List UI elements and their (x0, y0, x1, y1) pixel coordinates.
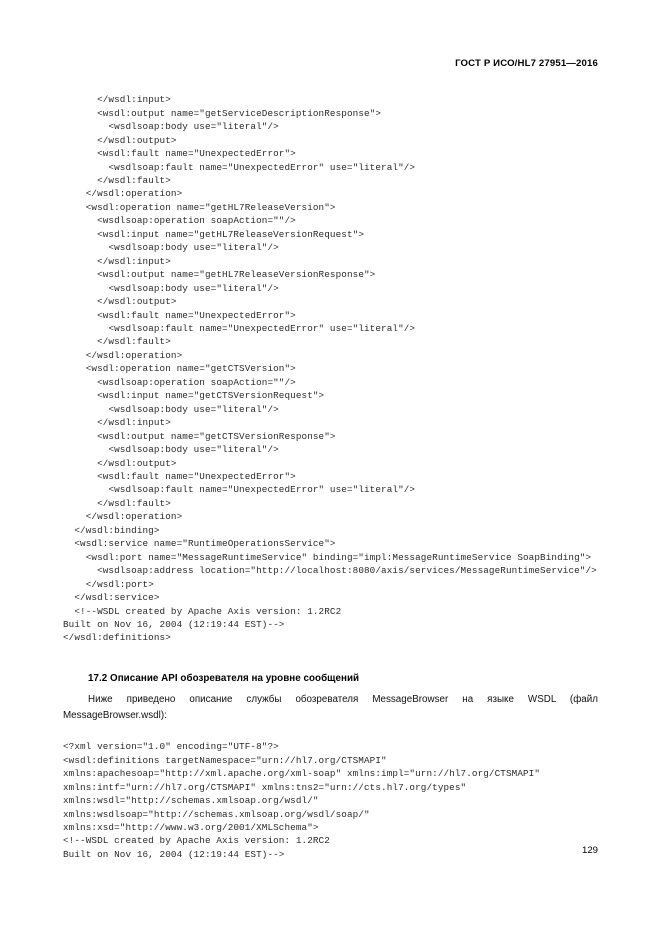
code-line: </wsdl:operation> (63, 349, 183, 361)
code-line: </wsdl:service> (63, 592, 160, 604)
code-line: <wsdl:output name="getCTSVersionResponse… (63, 430, 336, 442)
code-line: <wsdlsoap:body use="literal"/> (63, 444, 279, 456)
code-line: <wsdlsoap:fault name="UnexpectedError" u… (63, 161, 416, 173)
code-line: <wsdlsoap:fault name="UnexpectedError" u… (63, 323, 416, 334)
code-line: <?xml version="1.0" encoding="UTF-8"?> (63, 741, 279, 753)
code-line: <wsdl:operation name="getCTSVersion"> (63, 363, 296, 375)
code-line: <wsdlsoap:body use="literal"/> (63, 282, 279, 294)
code-line: <wsdlsoap:fault name="UnexpectedError" u… (63, 484, 416, 496)
code-line: Built on Nov 16, 2004 (12:19:44 EST)--> (63, 618, 285, 630)
code-line: </wsdl:input> (63, 417, 171, 429)
code-line: <wsdlsoap:operation soapAction=""/> (63, 376, 296, 388)
code-line: <wsdlsoap:operation soapAction=""/> (63, 215, 296, 227)
code-line: </wsdl:operation> (63, 511, 183, 523)
code-line: <wsdl:output name="getHL7ReleaseVersionR… (63, 269, 376, 281)
section-heading: 17.2 Описание API обозревателя на уровне… (88, 673, 360, 684)
code-line: </wsdl:output> (63, 457, 177, 469)
code-block-wsdl-binding: </wsdl:input> <wsdl:output name="getServ… (63, 93, 608, 645)
code-line: xmlns:wsdl="http://schemas.xmlsoap.org/w… (63, 795, 376, 834)
code-line: <!--WSDL created by Apache Axis version:… (63, 605, 342, 617)
code-line: <wsdl:definitions targetNamespace="urn:/… (63, 754, 387, 766)
code-line: </wsdl:fault> (63, 497, 171, 509)
code-line: <wsdl:fault name="UnexpectedError"> (63, 309, 296, 321)
code-line: <wsdl:operation name="getHL7ReleaseVersi… (63, 201, 336, 213)
code-line: </wsdl:output> (63, 296, 177, 308)
code-line: <wsdl:service name="RuntimeOperationsSer… (63, 538, 336, 550)
code-line: <wsdl:input name="getHL7ReleaseVersionRe… (63, 228, 364, 240)
code-line: <wsdlsoap:address location="http://local… (63, 565, 597, 577)
code-line: <wsdl:input name="getCTSVersionRequest"> (63, 390, 325, 402)
code-line: </wsdl:port> (63, 578, 154, 590)
code-line: <wsdlsoap:body use="literal"/> (63, 403, 279, 415)
code-line: <wsdl:output name="getServiceDescription… (63, 107, 382, 119)
code-line: <!--WSDL created by Apache Axis version:… (63, 835, 330, 847)
code-line: </wsdl:operation> (63, 188, 183, 200)
code-line: </wsdl:binding> (63, 524, 160, 536)
code-block-messagebrowser-wsdl: <?xml version="1.0" encoding="UTF-8"?> <w… (63, 740, 608, 861)
code-line: Built on Nov 16, 2004 (12:19:44 EST)--> (63, 848, 285, 860)
code-line: <wsdl:fault name="UnexpectedError"> (63, 148, 296, 160)
running-header: ГОСТ Р ИСО/HL7 27951—2016 (455, 58, 598, 69)
code-line: </wsdl:output> (63, 134, 177, 146)
code-line: <wsdlsoap:body use="literal"/> (63, 121, 279, 133)
section-paragraph: Ниже приведено описание службы обозреват… (63, 694, 598, 721)
code-line: <wsdlsoap:body use="literal"/> (63, 242, 279, 254)
code-line: </wsdl:definitions> (63, 632, 171, 644)
code-line: </wsdl:input> (63, 94, 171, 106)
code-line: </wsdl:input> (63, 255, 171, 267)
code-line: <wsdl:fault name="UnexpectedError"> (63, 470, 296, 482)
code-line: </wsdl:fault> (63, 336, 171, 348)
code-line: </wsdl:fault> (63, 175, 171, 187)
page-number: 129 (581, 845, 598, 856)
code-line: xmlns:apachesoap="http://xml.apache.org/… (63, 768, 546, 793)
code-line: <wsdl:port name="MessageRuntimeService" … (63, 551, 592, 563)
document-page: ГОСТ Р ИСО/HL7 27951—2016 </wsdl:input> … (0, 0, 661, 935)
